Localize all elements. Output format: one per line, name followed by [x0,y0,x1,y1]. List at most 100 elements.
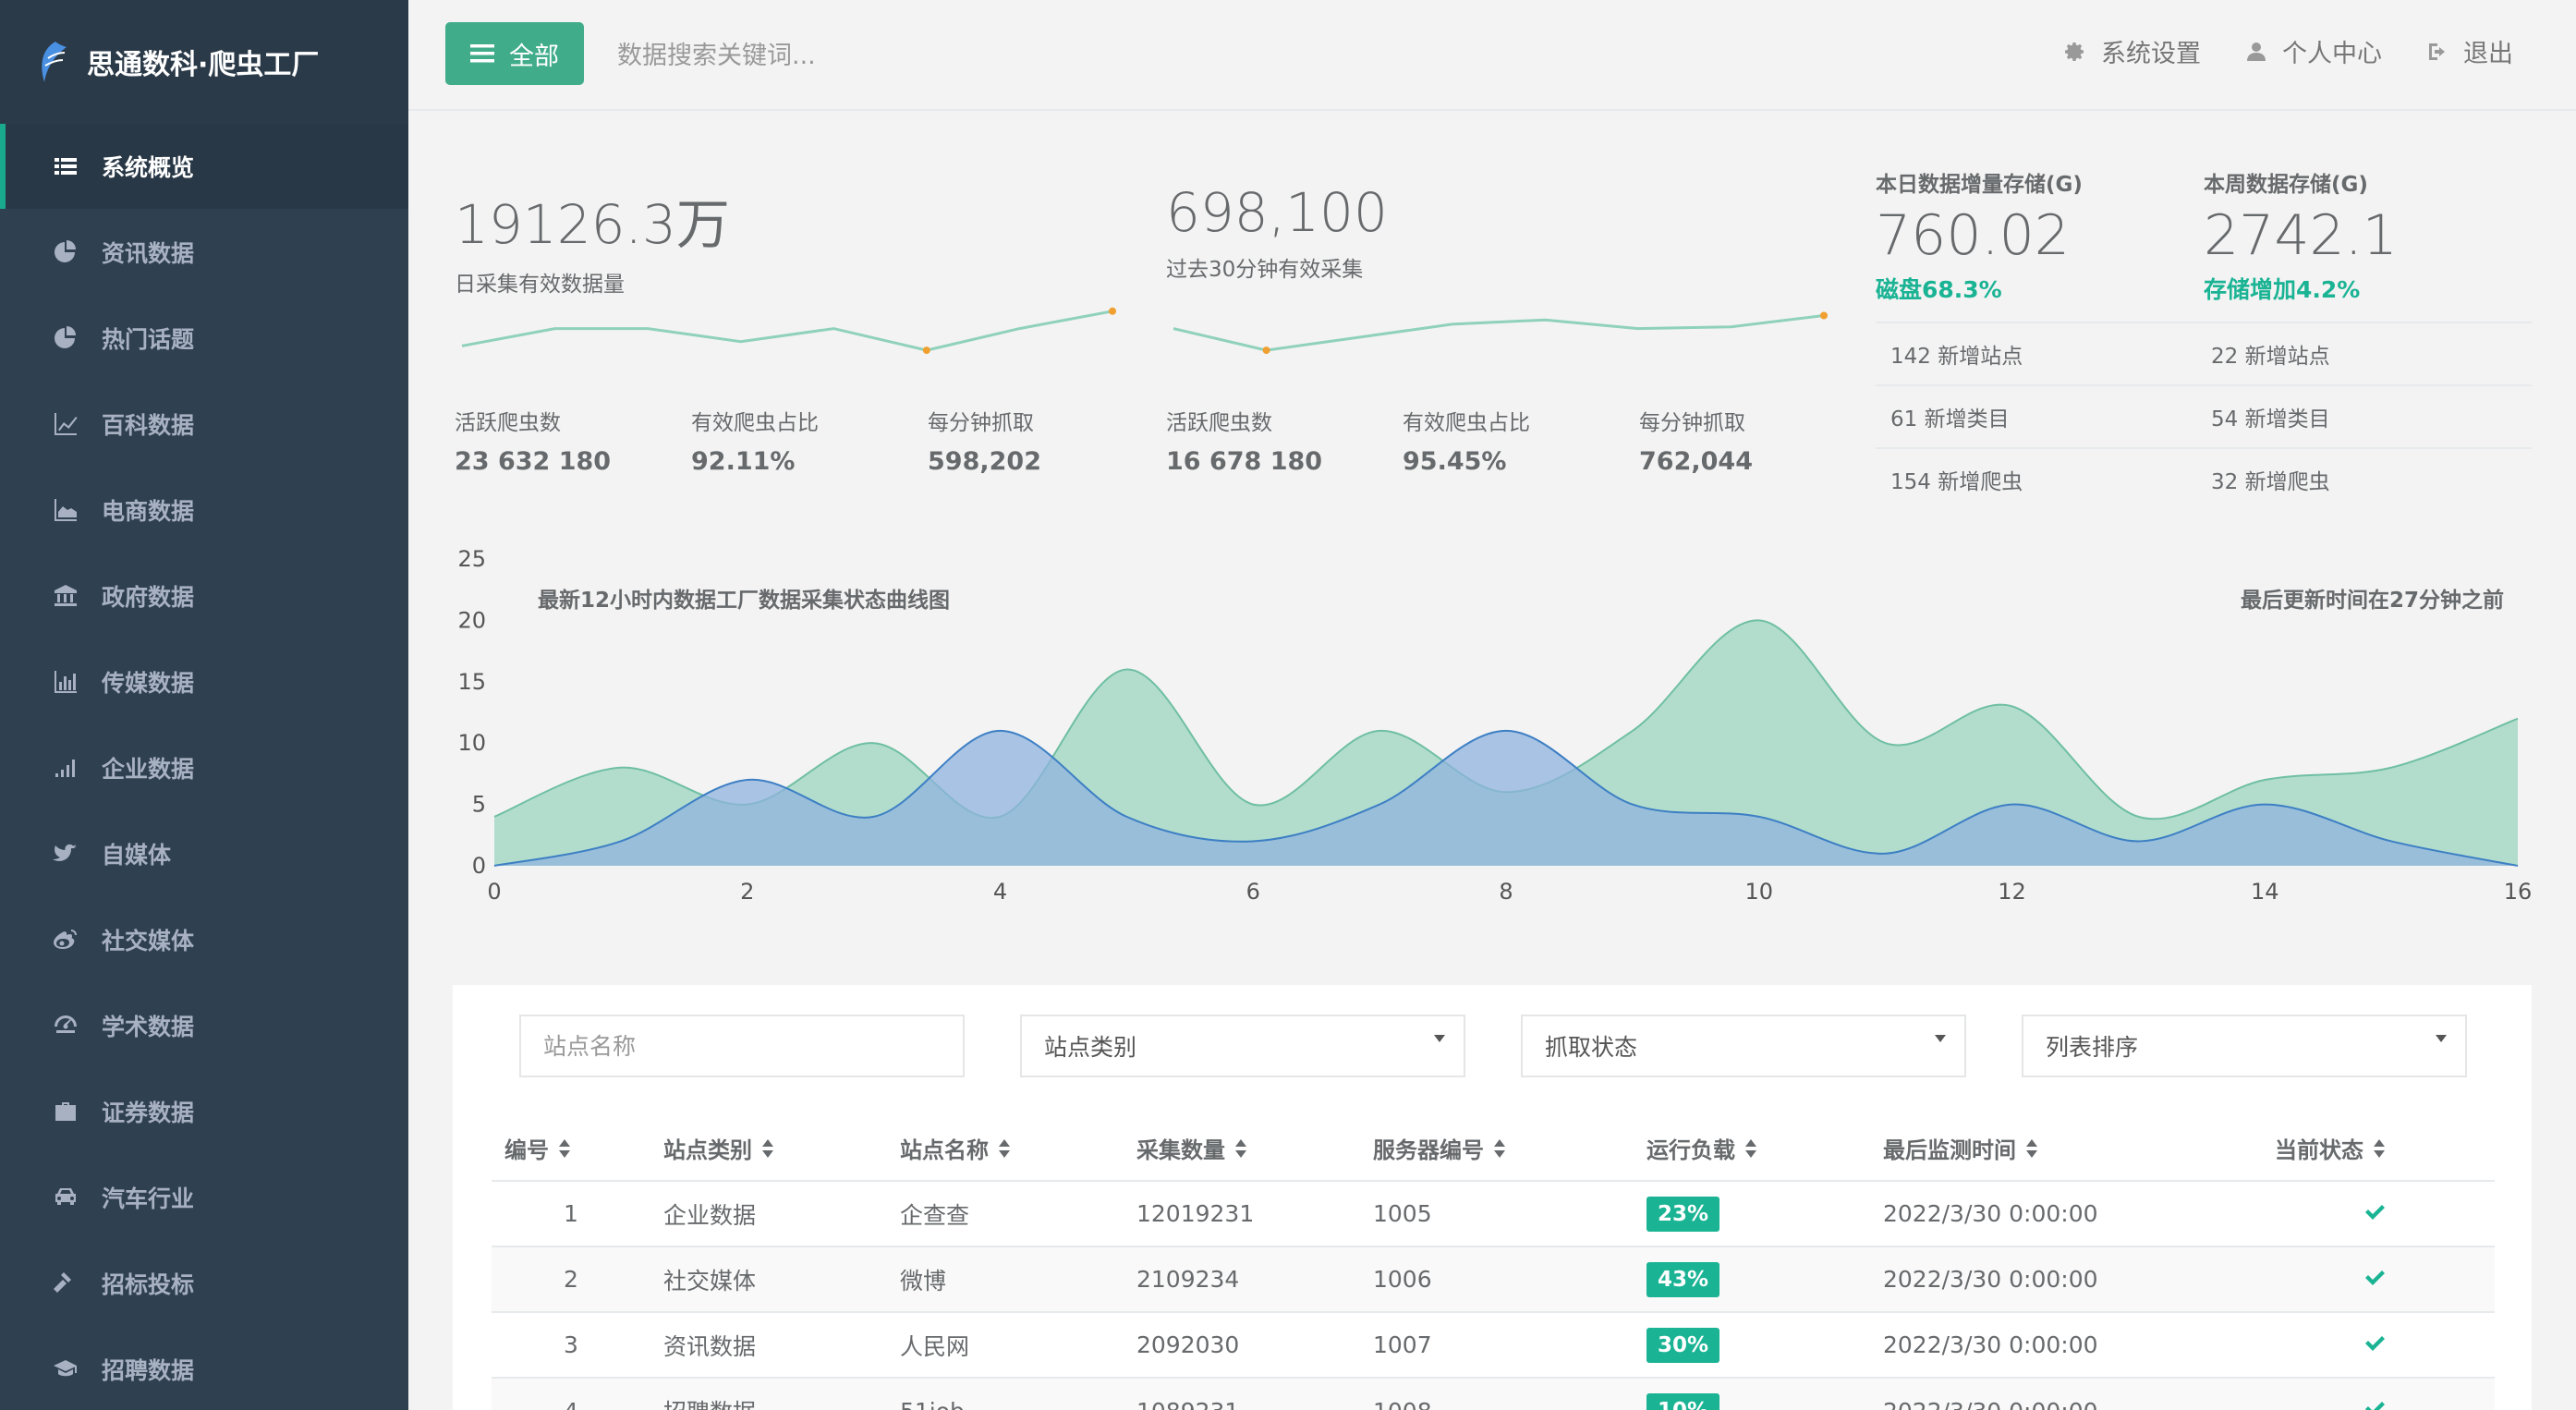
crawl-status-select[interactable]: 抓取状态 [1521,1015,1966,1077]
recent-mini-stats: 活跃爬虫数 16 678 180 有效爬虫占比 95.45% 每分钟抓取 762,04… [1166,405,1876,476]
y-tick-label: 5 [472,792,486,818]
weibo-icon [52,926,79,954]
collection-chart: 0 2 4 6 8 10 12 14 16 0 5 10 15 20 25 最新12小时内数据工厂数据采集状… [408,536,2576,924]
twitter-icon [52,840,79,868]
sidebar-item-2[interactable]: 资讯数据 [0,209,408,295]
header-label: 编号 [504,1137,549,1163]
profile-label: 个人中心 [2282,40,2382,68]
logout-label: 退出 [2463,40,2513,68]
y-tick-label: 25 [457,546,486,572]
sidebar-item-10[interactable]: 社交媒体 [0,896,408,982]
sparkline-point [1262,346,1270,355]
table-header-6[interactable]: 运行负载 [1634,1116,1870,1182]
sidebar-item-5[interactable]: 电商数据 [0,467,408,553]
load-badge: 30% [1646,1327,1720,1363]
sidebar-item-label: 传媒数据 [102,669,195,697]
bank-icon [52,582,79,610]
mini-label: 每分钟抓取 [1639,411,1745,435]
x-tick-label: 8 [1499,879,1513,905]
logo-icon [42,42,67,82]
storage-rows: 142 新增站点 22 新增站点 61 新增类目 54 新增类目 154 新增爬虫 3… [1876,322,2532,510]
area-chart-icon [52,496,79,524]
sidebar-item-label: 政府数据 [102,583,195,611]
sort-select[interactable]: 列表排序 [2022,1015,2467,1077]
cell-count: 2109234 [1124,1246,1360,1312]
table-header-5[interactable]: 服务器编号 [1360,1116,1634,1182]
sign-out-icon [2429,43,2445,60]
header-label: 服务器编号 [1373,1137,1484,1163]
storage-today-value: 760.02 [1876,203,2070,268]
site-table-panel: 站点类别 抓取状态 列表排序 编号站点类别站点名称采集数量服务器编号运行负载最后… [453,985,2532,1410]
table-header-3[interactable]: 站点名称 [887,1116,1124,1182]
table-header-2[interactable]: 站点类别 [650,1116,887,1182]
sidebar-item-13[interactable]: 汽车行业 [0,1154,408,1240]
table-row[interactable]: 3 资讯数据 人民网 2092030 1007 30% 2022/3/30 0:00:00 [492,1311,2495,1378]
table-header-1[interactable]: 编号 [492,1116,650,1182]
mini-value: 95.45% [1403,447,1507,476]
sidebar-item-label: 证券数据 [102,1099,195,1126]
site-name-input[interactable] [543,1032,963,1060]
sidebar-item-label: 招标投标 [102,1270,195,1298]
sidebar-item-14[interactable]: 招标投标 [0,1240,408,1326]
sidebar-item-11[interactable]: 学术数据 [0,982,408,1068]
recent-mini-3: 每分钟抓取 762,044 [1639,405,1876,476]
table-header-7[interactable]: 最后监测时间 [1870,1116,2262,1182]
sidebar-item-3[interactable]: 热门话题 [0,295,408,381]
storage-panel: 本日数据增量存储(G) 760.02 磁盘68.3% 本周数据存储(G) 274… [1876,166,2532,510]
header-label: 当前状态 [2275,1137,2363,1163]
cell-type: 企业数据 [650,1180,887,1246]
x-tick-label: 4 [993,879,1007,905]
table-header-8[interactable]: 当前状态 [2262,1116,2495,1182]
storage-row: 154 新增爬虫 32 新增爬虫 [1876,447,2532,510]
sidebar-item-9[interactable]: 自媒体 [0,810,408,896]
cell-type: 社交媒体 [650,1246,887,1312]
site-name-filter[interactable] [519,1015,965,1077]
sidebar-item-1[interactable]: 系统概览 [0,124,408,209]
signal-icon [52,754,79,782]
sidebar-item-8[interactable]: 企业数据 [0,724,408,810]
daily-mini-1: 活跃爬虫数 23 632 180 [455,405,691,476]
sort-icon [998,1138,1011,1164]
check-icon [2363,1267,2386,1294]
logout-link[interactable]: 退出 [2426,33,2513,69]
sidebar-item-7[interactable]: 传媒数据 [0,638,408,724]
sidebar-item-12[interactable]: 证券数据 [0,1068,408,1154]
x-tick-label: 10 [1744,879,1773,905]
mini-label: 每分钟抓取 [928,411,1034,435]
profile-link[interactable]: 个人中心 [2245,33,2382,69]
sidebar-item-15[interactable]: 招聘数据 [0,1326,408,1410]
table-row[interactable]: 4招聘数据51job10892311008 10% 2022/3/30 0:00:0… [492,1377,2495,1410]
brand[interactable]: 思通数科·爬虫工厂 [0,0,408,124]
storage-cell: 32 新增爬虫 [2211,470,2330,494]
table-row[interactable]: 2 社交媒体 微博 2109234 1006 43% 2022/3/30 0:00:00 [492,1246,2495,1312]
table-row[interactable]: 1 企业数据 企查查 12019231 1005 23% 2022/3/30 0:00:00 [492,1180,2495,1246]
x-tick-label: 12 [1998,879,2026,905]
sidebar-item-4[interactable]: 百科数据 [0,381,408,467]
cell-count: 2092030 [1124,1311,1360,1378]
site-type-select[interactable]: 站点类别 [1020,1015,1465,1077]
x-tick-label: 14 [2251,879,2279,905]
cell-time: 2022/3/30 0:00:00 [1870,1377,2262,1410]
sidebar-nav: 系统概览资讯数据 热门话题 百科数据电商数据政府数据传媒数据企业数据 自媒体 社交媒体学… [0,124,408,1410]
bars-icon [470,44,494,63]
table-header-row: 编号 站点类别 站点名称 采集数量 服务器编号 运行负载 最后监测时间 当前状态 [492,1116,2495,1182]
menu-all-button[interactable]: 全部 [445,22,584,85]
x-tick-label: 0 [487,879,501,905]
search-input[interactable] [617,28,1172,83]
mini-label: 有效爬虫占比 [1403,411,1530,435]
table-header-4[interactable]: 采集数量 [1124,1116,1360,1182]
cell-load: 10% [1634,1377,1870,1410]
car-icon [52,1184,79,1211]
storage-cell: 61 新增类目 [1890,407,2010,432]
sidebar-item-6[interactable]: 政府数据 [0,553,408,638]
sidebar-item-label: 电商数据 [102,497,195,525]
settings-link[interactable]: 系统设置 [2064,33,2201,69]
x-tick-label: 16 [2504,879,2533,905]
storage-cell: 22 新增站点 [2211,345,2330,369]
caret-down-icon [2436,1035,2447,1042]
storage-today-note: 磁盘68.3% [1876,276,2002,303]
gavel-icon [52,1270,79,1297]
sidebar-item-label: 系统概览 [102,154,195,181]
cell-server: 1007 [1360,1311,1634,1378]
cell-type: 招聘数据 [650,1377,887,1410]
